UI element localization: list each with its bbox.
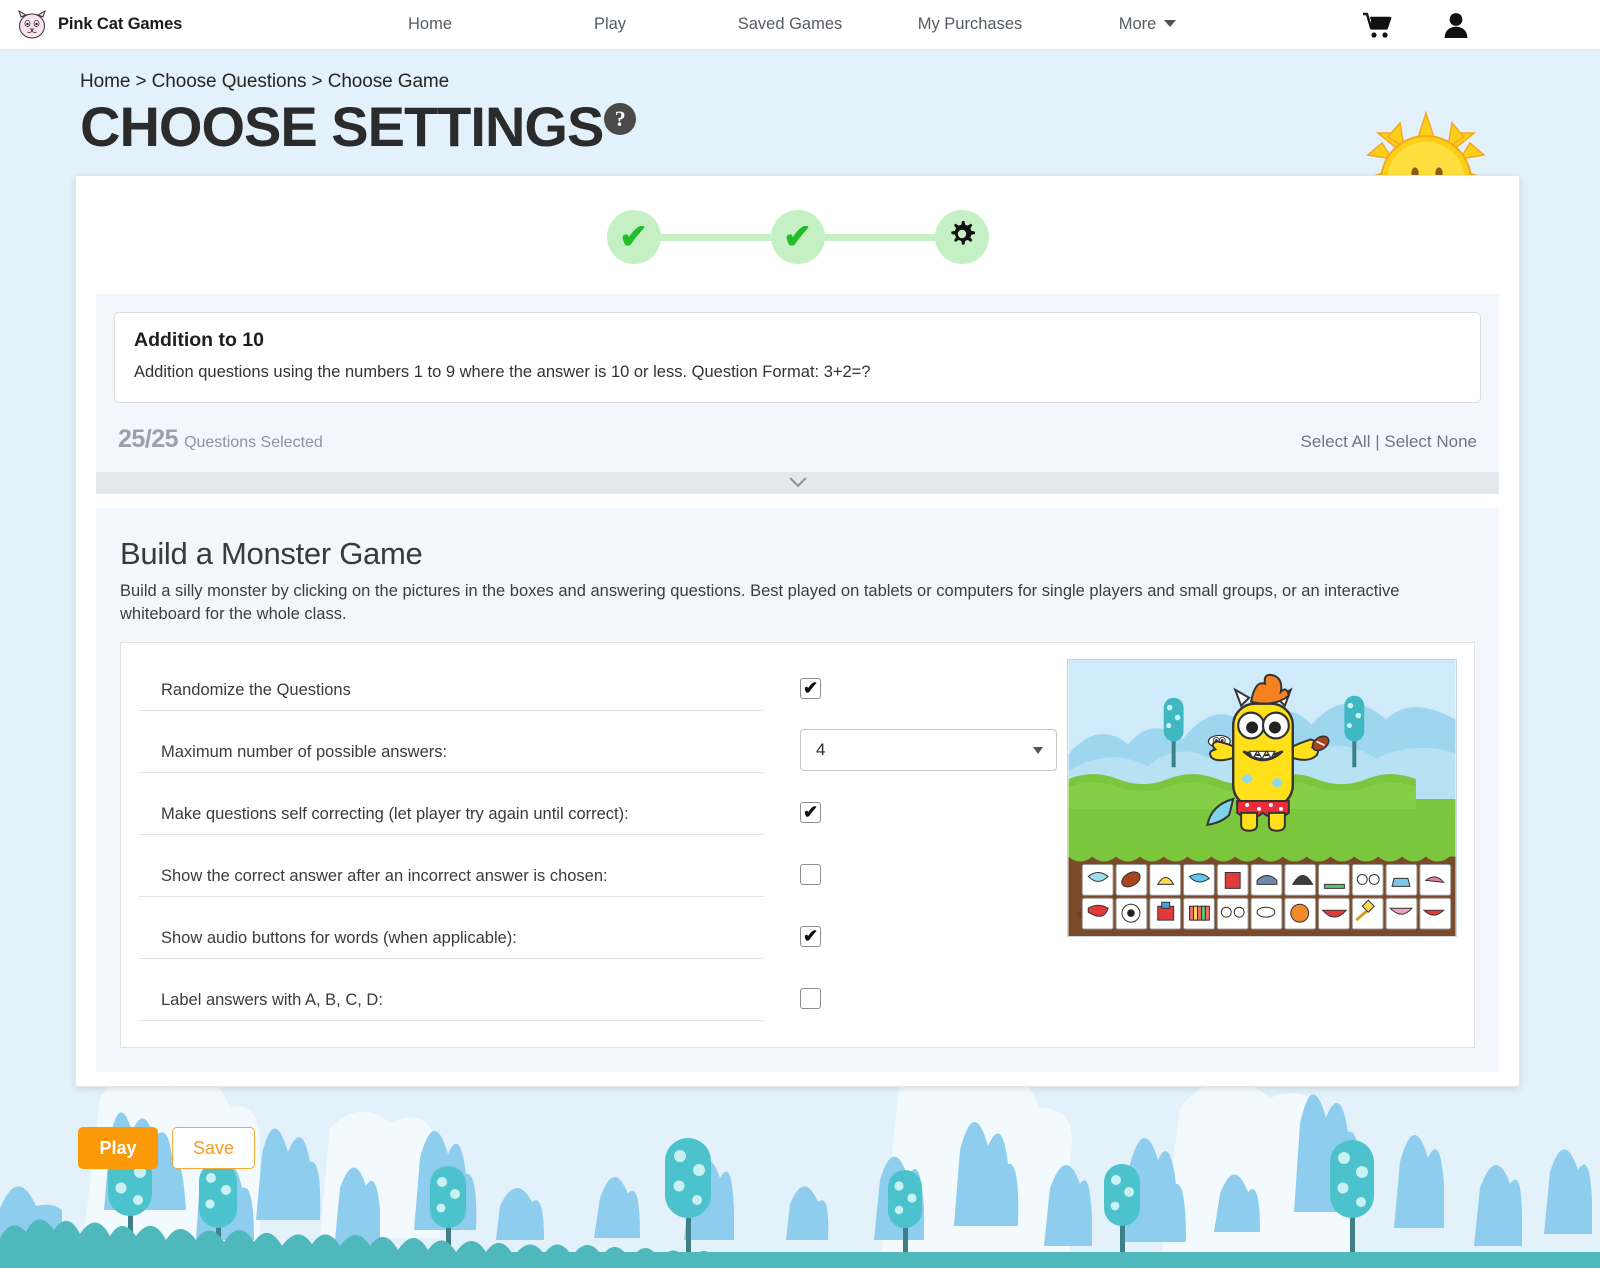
page-title: CHOOSE SETTINGS — [80, 95, 604, 158]
setting-row-audio-buttons: Show audio buttons for words (when appli… — [139, 905, 1057, 967]
question-list-expander[interactable] — [96, 470, 1499, 495]
progress-steps: ✔ ✔ — [76, 176, 1519, 294]
randomize-questions-checkbox[interactable]: ✔ — [800, 677, 821, 699]
chevron-down-icon — [1164, 20, 1177, 27]
self-correcting-checkbox[interactable]: ✔ — [800, 801, 821, 823]
play-button[interactable]: Play — [78, 1127, 158, 1169]
setting-label: Maximum number of possible answers: — [139, 727, 764, 773]
setting-row-self-correcting: Make questions self correcting (let play… — [139, 781, 1057, 843]
nav-item-saved-games[interactable]: Saved Games — [728, 15, 853, 33]
nav-links: Home Play Saved Games My Purchases More — [340, 15, 1362, 34]
select-none-link[interactable]: Select None — [1384, 432, 1477, 451]
question-mark-help-icon[interactable]: ? — [604, 103, 637, 135]
nav-item-home[interactable]: Home — [398, 15, 462, 33]
chevron-down-icon — [1033, 746, 1043, 754]
questions-selected-label: Questions Selected — [184, 434, 323, 452]
step-connector-2 — [824, 233, 935, 241]
setting-label: Show audio buttons for words (when appli… — [139, 913, 764, 959]
label-answers-checkbox[interactable] — [800, 987, 821, 1009]
nav-icon-group — [1362, 11, 1600, 39]
game-preview-image[interactable] — [1067, 659, 1457, 937]
select-all-link[interactable]: Select All — [1301, 432, 1371, 451]
questions-selected-value: 25/25 — [118, 425, 179, 454]
max-possible-answers-value: 4 — [816, 740, 826, 759]
page-header: Home > Choose Questions > Choose Game CH… — [0, 49, 1600, 157]
check-icon: ✔ — [783, 218, 812, 257]
step-indicator-1-choose-questions[interactable]: ✔ — [606, 210, 661, 265]
page-body: Home > Choose Questions > Choose Game CH… — [0, 49, 1600, 1268]
game-description: Build a silly monster by clicking on the… — [120, 582, 1400, 624]
setting-label: Label answers with A, B, C, D: — [139, 975, 764, 1021]
settings-card: ✔ ✔ Addition to 10 Addition questions us… — [75, 175, 1520, 1087]
setting-label: Randomize the Questions — [139, 665, 764, 711]
check-icon: ✔ — [802, 802, 819, 822]
game-settings-inner: Randomize the Questions ✔ Maximum number… — [120, 642, 1475, 1048]
top-navigation-bar: Pink Cat Games Home Play Saved Games My … — [0, 0, 1600, 49]
nav-item-more[interactable]: More — [1109, 15, 1187, 33]
game-title: Build a Monster Game — [120, 536, 423, 572]
game-settings-panel: Build a Monster Game Build a silly monst… — [96, 508, 1499, 1072]
nav-item-more-label: More — [1118, 15, 1157, 33]
show-correct-answer-checkbox[interactable] — [800, 863, 821, 885]
setting-row-show-correct-answer: Show the correct answer after an incorre… — [139, 843, 1057, 905]
question-set-description: Addition questions using the numbers 1 t… — [134, 363, 871, 382]
setting-row-label-answers: Label answers with A, B, C, D: — [139, 967, 1057, 1029]
show-audio-buttons-checkbox[interactable]: ✔ — [800, 925, 821, 947]
setting-label: Show the correct answer after an incorre… — [139, 851, 764, 897]
nav-item-my-purchases[interactable]: My Purchases — [908, 15, 1033, 33]
step-connector-1 — [660, 233, 771, 241]
question-set-panel: Addition to 10 Addition questions using … — [96, 294, 1499, 495]
breadcrumb[interactable]: Home > Choose Questions > Choose Game — [80, 71, 1600, 93]
settings-list: Randomize the Questions ✔ Maximum number… — [139, 657, 1057, 1029]
action-separator: | — [1375, 432, 1380, 452]
step-indicator-3-choose-settings[interactable] — [934, 210, 989, 265]
brand-logo-link[interactable]: Pink Cat Games — [0, 9, 300, 40]
nav-item-play[interactable]: Play — [584, 15, 636, 33]
check-icon: ✔ — [802, 678, 819, 698]
chevron-down-icon — [789, 470, 806, 488]
check-icon: ✔ — [802, 926, 819, 946]
questions-selected-count: 25/25 Questions Selected — [118, 425, 323, 454]
question-selection-actions: Select All | Select None — [1301, 432, 1477, 452]
gear-icon — [947, 219, 977, 255]
game-preview-column — [1067, 657, 1457, 1029]
setting-row-randomize-questions: Randomize the Questions ✔ — [139, 657, 1057, 719]
action-buttons: Play Save — [78, 1127, 256, 1169]
pink-cat-logo-icon — [16, 9, 48, 40]
shopping-cart-icon[interactable] — [1362, 11, 1394, 39]
check-icon: ✔ — [619, 218, 648, 257]
setting-row-max-answers: Maximum number of possible answers: 4 — [139, 719, 1057, 781]
setting-label: Make questions self correcting (let play… — [139, 789, 764, 835]
question-set-title: Addition to 10 — [134, 329, 264, 352]
max-possible-answers-select[interactable]: 4 — [800, 729, 1057, 771]
step-indicator-2-choose-game[interactable]: ✔ — [770, 210, 825, 265]
question-set-card: Addition to 10 Addition questions using … — [114, 312, 1481, 404]
user-account-icon[interactable] — [1442, 11, 1470, 39]
question-selection-row: 25/25 Questions Selected Select All | Sel… — [114, 403, 1481, 472]
save-button[interactable]: Save — [172, 1127, 256, 1169]
brand-name: Pink Cat Games — [58, 15, 183, 33]
